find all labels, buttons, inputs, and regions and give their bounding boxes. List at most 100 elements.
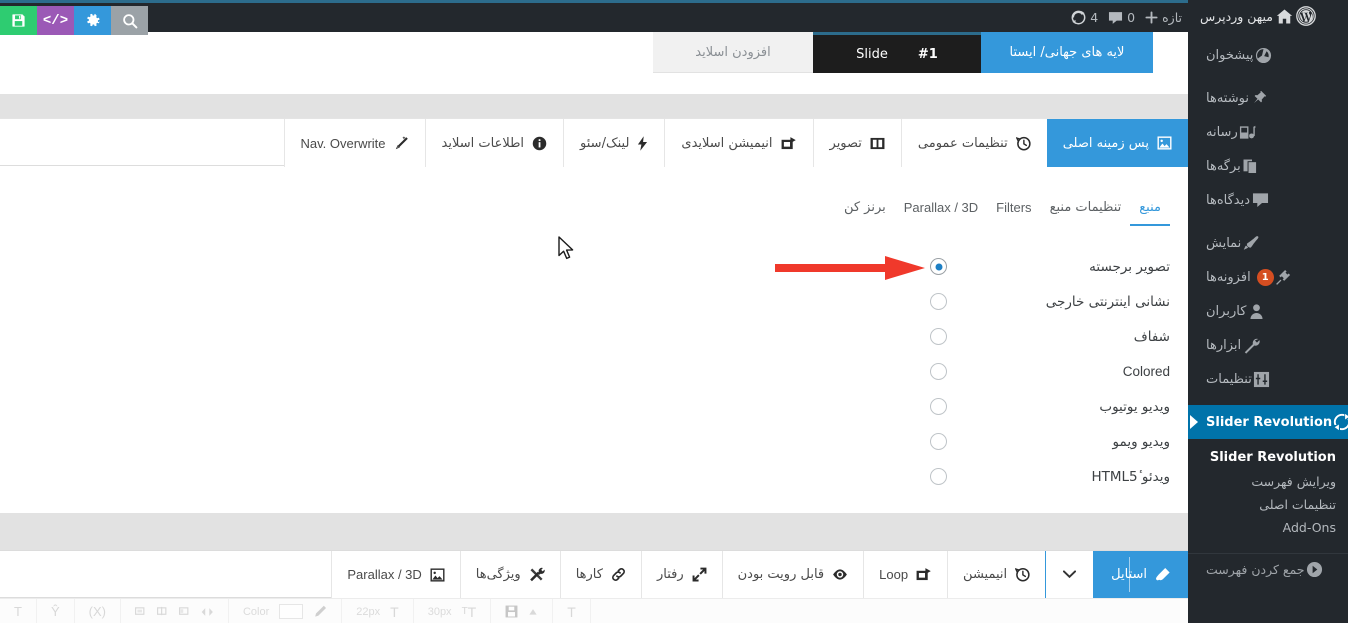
radio-youtube-video[interactable] — [930, 398, 947, 415]
subtab-parallax-3d[interactable]: Parallax / 3D — [895, 200, 987, 226]
tab-main-background[interactable]: پس زمینه اصلی — [1046, 119, 1188, 167]
radio-row-html5-video[interactable]: ویدئو ٔHTML5 — [930, 459, 1170, 494]
cut-cell-x-offset[interactable]: (X) — [75, 599, 121, 623]
editor-tool-squares: </> — [0, 6, 148, 35]
sidebar-item-media[interactable]: رسانه — [1188, 115, 1348, 149]
sidebar-item-users[interactable]: کاربران — [1188, 294, 1348, 328]
tab-layer-attributes[interactable]: ویژگی‌ها — [459, 551, 560, 598]
tab-layer-behavior-label: رفتار — [656, 567, 684, 582]
tab-layer-parallax-3d[interactable]: Parallax / 3D — [331, 551, 460, 598]
radio-transparent[interactable] — [930, 328, 947, 345]
align-right-icon — [178, 606, 191, 617]
background-subtabs: منبع تنظیمات منبع Filters Parallax / 3D … — [835, 200, 1170, 226]
comment-bubble-icon — [1250, 190, 1270, 210]
admin-bar-right-group: تازه 0 4 — [1071, 3, 1182, 32]
radio-row-colored[interactable]: Colored — [930, 354, 1170, 389]
letter-spacing-icon — [201, 607, 214, 617]
cut-cell-line-height[interactable]: 30px TT — [414, 599, 492, 623]
sidebar-item-appearance-label: نمایش — [1206, 235, 1242, 251]
cut-cell-color[interactable]: Color — [229, 599, 343, 623]
subtab-ken-burns-label: برنز کن — [843, 200, 886, 215]
new-content-label: تازه — [1162, 10, 1182, 25]
color-swatch[interactable] — [279, 604, 304, 619]
settings-button[interactable] — [74, 6, 111, 35]
submenu-item-global-settings[interactable]: تنظیمات اصلی — [1188, 493, 1348, 516]
tab-layer-style[interactable]: استایل — [1093, 551, 1188, 598]
cut-cell-text-size[interactable]: T — [0, 599, 37, 623]
subtab-ken-burns[interactable]: برنز کن — [835, 200, 895, 226]
radio-row-youtube-video[interactable]: ویدیو یوتیوب — [930, 389, 1170, 424]
sidebar-item-comments[interactable]: دیدگاه‌ها — [1188, 183, 1348, 217]
sidebar-item-posts-label: نوشته‌ها — [1206, 90, 1249, 106]
submenu-item-addons-label: Add-Ons — [1282, 520, 1336, 535]
submenu-item-addons[interactable]: Add-Ons — [1188, 516, 1348, 539]
layer-tabs-more-button[interactable] — [1045, 551, 1094, 598]
admin-bar-comments[interactable]: 0 — [1108, 10, 1135, 25]
wordpress-logo-icon — [1295, 5, 1317, 27]
sidebar-item-settings[interactable]: تنظیمات — [1188, 362, 1348, 396]
cut-cell-align-up[interactable]: Ŷ — [37, 599, 75, 623]
subtab-source[interactable]: منبع — [1130, 200, 1170, 226]
sidebar-item-posts[interactable]: نوشته‌ها — [1188, 81, 1348, 115]
radio-vimeo-video[interactable] — [930, 433, 947, 450]
tab-layer-visibility[interactable]: قابل رویت بودن — [721, 551, 864, 598]
radio-row-external-url[interactable]: نشانی اینترنتی خارجی — [930, 284, 1170, 319]
subtab-filters[interactable]: Filters — [987, 200, 1040, 226]
font-size-icon: T — [390, 603, 399, 620]
radio-featured-image[interactable] — [930, 258, 947, 275]
sidebar-site-header[interactable]: میهن وردپرس — [1188, 0, 1348, 32]
submenu-item-slider-revolution[interactable]: Slider Revolution — [1188, 445, 1348, 470]
radio-label-youtube-video: ویدیو یوتیوب — [1099, 398, 1170, 415]
tab-thumbnail[interactable]: تصویر — [812, 119, 901, 167]
add-slide-button[interactable]: افزودن اسلاید — [653, 32, 813, 73]
filmstrip-icon — [870, 137, 885, 150]
sidebar-item-plugins[interactable]: 1 افزونه‌ها — [1188, 260, 1348, 294]
sidebar-item-dashboard[interactable]: پیشخوان — [1188, 38, 1348, 72]
tab-layer-behavior[interactable]: رفتار — [640, 551, 722, 598]
tab-layer-animation[interactable]: انیمیشن — [947, 551, 1046, 598]
sidebar-item-appearance[interactable]: نمایش — [1188, 226, 1348, 260]
sidebar-item-media-label: رسانه — [1206, 124, 1238, 140]
tab-nav-overwrite-label: Nav. Overwrite — [300, 135, 386, 151]
tab-general-settings[interactable]: تنظیمات عمومی — [900, 119, 1047, 167]
tab-link-seo[interactable]: لینک/سئو — [563, 119, 665, 167]
save-icon — [12, 14, 25, 27]
tab-nav-overwrite[interactable]: Nav. Overwrite — [283, 119, 425, 167]
custom-code-button[interactable]: </> — [37, 6, 74, 35]
tab-layer-style-label: استایل — [1111, 567, 1147, 582]
subtab-source-settings-label: تنظیمات منبع — [1049, 200, 1122, 215]
tab-layer-animation-label: انیمیشن — [963, 567, 1008, 582]
radio-external-url[interactable] — [930, 293, 947, 310]
collapse-menu-button[interactable]: جمع کردن فهرست — [1188, 553, 1348, 585]
cut-cell-typography[interactable]: T — [553, 599, 591, 623]
slide-settings-tabbar: پس زمینه اصلی تنظیمات عمومی تصویر انیمیش… — [0, 118, 1188, 167]
radio-row-vimeo-video[interactable]: ویدیو ویمو — [930, 424, 1170, 459]
radio-colored[interactable] — [930, 363, 947, 380]
subtab-parallax-3d-label: Parallax / 3D — [903, 200, 979, 215]
subtab-source-settings[interactable]: تنظیمات منبع — [1041, 200, 1131, 226]
radio-html5-video[interactable] — [930, 468, 947, 485]
radio-row-transparent[interactable]: شفاف — [930, 319, 1170, 354]
sidebar-item-slider-revolution[interactable]: Slider Revolution — [1188, 405, 1348, 439]
submenu-item-edit-list[interactable]: ویرایش فهرست — [1188, 470, 1348, 493]
search-button[interactable] — [111, 6, 148, 35]
sidebar-item-pages[interactable]: برگه‌ها — [1188, 149, 1348, 183]
cut-cell-align-group[interactable] — [121, 599, 229, 623]
tab-slide-1[interactable]: #1 Slide — [813, 32, 981, 73]
tab-layer-loop[interactable]: Loop — [863, 551, 948, 598]
tab-slide-animation[interactable]: انیمیشن اسلایدی — [664, 119, 813, 167]
save-button[interactable] — [0, 6, 37, 35]
sidebar-item-tools[interactable]: ابزارها — [1188, 328, 1348, 362]
admin-bar-revolution[interactable]: 4 — [1071, 10, 1098, 25]
tab-slide-info[interactable]: اطلاعات اسلاید — [424, 119, 564, 167]
sidebar-item-settings-label: تنظیمات — [1206, 371, 1252, 387]
users-icon — [1246, 301, 1266, 321]
admin-bar-new-content[interactable]: تازه — [1145, 10, 1182, 25]
radio-label-featured-image: تصویر برجسته — [1089, 258, 1170, 275]
tab-layer-actions[interactable]: کارها — [559, 551, 641, 598]
tab-global-static-layers[interactable]: لایه های جهانی/ ایستا — [981, 32, 1153, 73]
cut-cell-font-size[interactable]: 22px T — [342, 599, 414, 623]
radio-row-featured-image[interactable]: تصویر برجسته — [930, 249, 1170, 284]
cut-cell-save-preset[interactable] — [491, 599, 554, 623]
wp-admin-sidebar: میهن وردپرس پیشخوان نوشته‌ها رسانه — [1188, 0, 1348, 623]
